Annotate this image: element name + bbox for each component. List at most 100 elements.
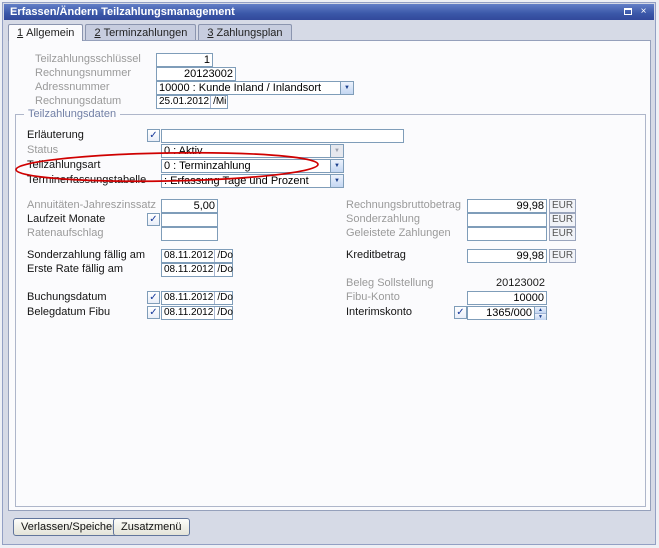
rechnungsnummer-input[interactable] <box>156 67 236 81</box>
belegdatum-fibu-label: Belegdatum Fibu <box>27 306 110 319</box>
erlaeuterung-input[interactable] <box>161 129 404 143</box>
terminerfassungstabelle-value: : Erfassung Tage und Prozent <box>162 175 330 187</box>
buchungsdatum-check-button[interactable]: ✓ <box>147 291 160 304</box>
tab-number: 1 <box>17 27 23 39</box>
laufzeit-monate-label: Laufzeit Monate <box>27 213 105 226</box>
currency-unit-label: EUR <box>549 213 576 227</box>
date-value: 25.01.2012 <box>157 96 210 108</box>
erlaeuterung-label: Erläuterung <box>27 129 84 142</box>
erlaeuterung-check-button[interactable]: ✓ <box>147 129 160 142</box>
interimskonto-field[interactable]: 1365/000 ▲ ▼ <box>467 306 547 320</box>
interimskonto-check-button[interactable]: ✓ <box>454 306 467 319</box>
teilzahlungsart-combo[interactable]: 0 : Terminzahlung ▼ <box>161 159 344 173</box>
tab-number: 3 <box>207 27 213 39</box>
kreditbetrag-label: Kreditbetrag <box>346 249 406 262</box>
adressnummer-combo[interactable]: 10000 : Kunde Inland / Inlandsort ▼ <box>156 81 354 95</box>
tab-label: Zahlungsplan <box>216 27 282 39</box>
terminerfassungstabelle-combo[interactable]: : Erfassung Tage und Prozent ▼ <box>161 174 344 188</box>
erste-rate-faellig-am-label: Erste Rate fällig am <box>27 263 123 276</box>
tab-label: Allgemein <box>26 27 74 39</box>
spinner-up-icon[interactable]: ▲ <box>535 307 546 314</box>
terminerfassungstabelle-label: Terminerfassungstabelle <box>27 174 146 187</box>
weekday-value: /Do <box>214 250 235 262</box>
date-value: 08.11.2012 <box>162 307 214 319</box>
sonderzahlung-input[interactable] <box>467 213 547 227</box>
tab-terminzahlungen[interactable]: 2 Terminzahlungen <box>85 24 196 40</box>
spinner-down-icon[interactable]: ▼ <box>535 314 546 320</box>
chevron-down-icon[interactable]: ▼ <box>340 82 353 94</box>
tab-label: Terminzahlungen <box>104 27 188 39</box>
sonderzahlung-faellig-am-label: Sonderzahlung fällig am <box>27 249 145 262</box>
sonderzahlung-faellig-am-field[interactable]: 08.11.2012 /Do <box>161 249 233 263</box>
weekday-value: /Mi <box>210 96 228 108</box>
interimskonto-value: 1365/000 <box>468 307 534 319</box>
erste-rate-faellig-am-field[interactable]: 08.11.2012 /Do <box>161 263 233 277</box>
group-title: Teilzahlungsdaten <box>24 108 120 121</box>
rechnungsbruttobetrag-label: Rechnungsbruttobetrag <box>346 199 461 212</box>
geleistete-zahlungen-input[interactable] <box>467 227 547 241</box>
adressnummer-label: Adressnummer <box>35 81 110 94</box>
date-value: 08.11.2012 <box>162 264 214 276</box>
check-icon: ✓ <box>456 307 464 318</box>
check-icon: ✓ <box>149 307 157 318</box>
check-icon: ✓ <box>149 292 157 303</box>
weekday-value: /Do <box>214 292 235 304</box>
adressnummer-value: 10000 : Kunde Inland / Inlandsort <box>157 82 340 94</box>
zusatzmenu-button[interactable]: Zusatzmenü <box>113 518 190 536</box>
kreditbetrag-input[interactable] <box>467 249 547 263</box>
annuitaeten-jahreszinssatz-input[interactable] <box>161 199 218 213</box>
teilzahlungsschluessel-input[interactable] <box>156 53 213 67</box>
close-icon: × <box>641 6 647 17</box>
window-controls: × <box>621 6 650 18</box>
window-title: Erfassen/Ändern Teilzahlungsmanagement <box>10 6 235 18</box>
weekday-value: /Do <box>214 264 235 276</box>
annuitaeten-jahreszinssatz-label: Annuitäten-Jahreszinssatz <box>27 199 156 212</box>
status-value: 0 : Aktiv <box>162 145 330 157</box>
maximize-icon <box>624 8 632 15</box>
buchungsdatum-field[interactable]: 08.11.2012 /Do <box>161 291 233 305</box>
buchungsdatum-label: Buchungsdatum <box>27 291 107 304</box>
currency-unit-label: EUR <box>549 227 576 241</box>
tab-allgemein[interactable]: 1Allgemein <box>8 24 83 41</box>
tab-bar: 1Allgemein 2 Terminzahlungen 3Zahlungspla… <box>8 24 294 41</box>
geleistete-zahlungen-label: Geleistete Zahlungen <box>346 227 451 240</box>
teilzahlungsart-value: 0 : Terminzahlung <box>162 160 330 172</box>
ratenaufschlag-label: Ratenaufschlag <box>27 227 103 240</box>
rechnungsdatum-label: Rechnungsdatum <box>35 95 121 108</box>
fibu-konto-label: Fibu-Konto <box>346 291 400 304</box>
currency-unit-label: EUR <box>549 199 576 213</box>
rechnungsdatum-field[interactable]: 25.01.2012 /Mi <box>156 95 228 109</box>
beleg-sollstellung-value: 20123002 <box>467 277 545 290</box>
tab-content-allgemein: Teilzahlungsdaten Teilzahlungsschlüssel … <box>8 40 651 511</box>
fibu-konto-input[interactable] <box>467 291 547 305</box>
chevron-down-icon[interactable]: ▼ <box>330 175 343 187</box>
rechnungsnummer-label: Rechnungsnummer <box>35 67 131 80</box>
check-icon: ✓ <box>149 130 157 141</box>
beleg-sollstellung-label: Beleg Sollstellung <box>346 277 433 290</box>
title-bar[interactable]: Erfassen/Ändern Teilzahlungsmanagement × <box>4 4 654 20</box>
teilzahlungsschluessel-label: Teilzahlungsschlüssel <box>35 53 141 66</box>
belegdatum-fibu-field[interactable]: 08.11.2012 /Do <box>161 306 233 320</box>
date-value: 08.11.2012 <box>162 250 214 262</box>
currency-unit-label: EUR <box>549 249 576 263</box>
belegdatum-fibu-check-button[interactable]: ✓ <box>147 306 160 319</box>
tab-zahlungsplan[interactable]: 3Zahlungsplan <box>198 24 291 40</box>
spinner[interactable]: ▲ ▼ <box>534 307 546 319</box>
tab-number: 2 <box>94 27 100 39</box>
sonderzahlung-label: Sonderzahlung <box>346 213 420 226</box>
interimskonto-label: Interimskonto <box>346 306 412 319</box>
status-label: Status <box>27 144 58 157</box>
check-icon: ✓ <box>149 214 157 225</box>
status-combo: 0 : Aktiv ▼ <box>161 144 344 158</box>
teilzahlungsart-label: Teilzahlungsart <box>27 159 100 172</box>
rechnungsbruttobetrag-input[interactable] <box>467 199 547 213</box>
maximize-button[interactable] <box>621 6 634 18</box>
date-value: 08.11.2012 <box>162 292 214 304</box>
close-button[interactable]: × <box>637 6 650 18</box>
chevron-down-icon[interactable]: ▼ <box>330 160 343 172</box>
weekday-value: /Do <box>214 307 235 319</box>
laufzeit-monate-input[interactable] <box>161 213 218 227</box>
laufzeit-monate-check-button[interactable]: ✓ <box>147 213 160 226</box>
chevron-down-icon: ▼ <box>330 145 343 157</box>
ratenaufschlag-input[interactable] <box>161 227 218 241</box>
